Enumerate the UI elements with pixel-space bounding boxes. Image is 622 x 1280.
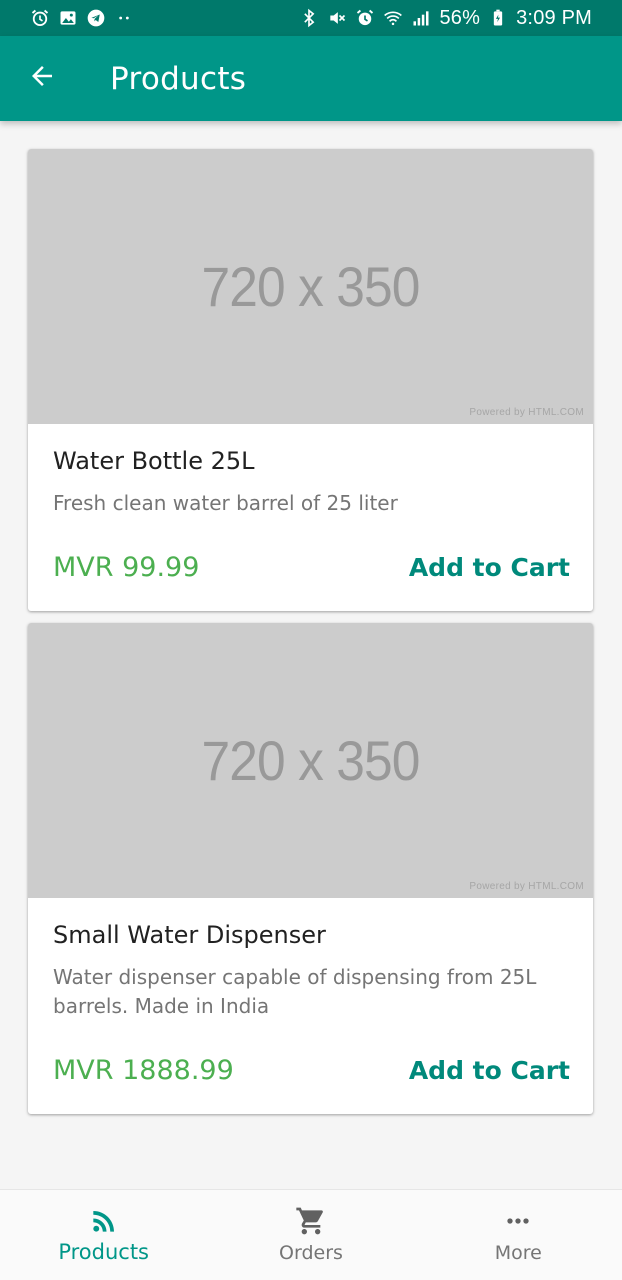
wifi-icon bbox=[383, 8, 403, 28]
nav-label-orders: Orders bbox=[279, 1242, 343, 1264]
app-bar: Products bbox=[0, 36, 622, 121]
image-credit: Powered by HTML.COM bbox=[469, 407, 584, 418]
product-name: Small Water Dispenser bbox=[53, 921, 326, 949]
image-placeholder-text: 720 x 350 bbox=[201, 729, 420, 792]
product-price: MVR 99.99 bbox=[53, 552, 200, 583]
nav-item-products[interactable]: Products bbox=[0, 1190, 207, 1280]
image-credit: Powered by HTML.COM bbox=[469, 881, 584, 892]
more-dots-icon bbox=[114, 8, 134, 28]
battery-percent: 56% bbox=[439, 6, 481, 29]
product-footer: MVR 1888.99 Add to Cart bbox=[53, 1055, 570, 1086]
product-image: 720 x 350 Powered by HTML.COM bbox=[28, 623, 593, 898]
more-horiz-icon bbox=[501, 1204, 535, 1238]
product-price: MVR 1888.99 bbox=[53, 1055, 234, 1086]
battery-icon bbox=[488, 8, 508, 28]
product-details: Water Bottle 25L Fresh clean water barre… bbox=[28, 424, 593, 611]
product-list[interactable]: 720 x 350 Powered by HTML.COM Water Bott… bbox=[0, 121, 622, 1189]
product-card[interactable]: 720 x 350 Powered by HTML.COM Small Wate… bbox=[28, 623, 593, 1114]
status-right-icons: 56% 3:09 PM bbox=[299, 7, 592, 30]
add-to-cart-button[interactable]: Add to Cart bbox=[409, 553, 570, 582]
image-icon bbox=[58, 8, 78, 28]
product-details: Small Water Dispenser Water dispenser ca… bbox=[28, 898, 593, 1114]
arrow-back-icon bbox=[27, 61, 57, 96]
status-left-icons bbox=[30, 8, 134, 28]
mute-icon bbox=[327, 8, 347, 28]
add-to-cart-button[interactable]: Add to Cart bbox=[409, 1056, 570, 1085]
cart-icon bbox=[294, 1204, 328, 1238]
bluetooth-icon bbox=[299, 8, 319, 28]
alarm-icon bbox=[30, 8, 50, 28]
nav-item-orders[interactable]: Orders bbox=[207, 1190, 414, 1280]
product-card[interactable]: 720 x 350 Powered by HTML.COM Water Bott… bbox=[28, 149, 593, 611]
telegram-icon bbox=[86, 8, 106, 28]
rss-feed-icon bbox=[87, 1204, 121, 1238]
product-footer: MVR 99.99 Add to Cart bbox=[53, 552, 570, 583]
product-description: Water dispenser capable of dispensing fr… bbox=[53, 965, 537, 1018]
status-time: 3:09 PM bbox=[516, 6, 592, 29]
alarm-icon bbox=[355, 8, 375, 28]
nav-label-more: More bbox=[494, 1242, 542, 1264]
bottom-navigation: Products Orders More bbox=[0, 1189, 622, 1280]
nav-item-more[interactable]: More bbox=[415, 1190, 622, 1280]
nav-label-products: Products bbox=[58, 1240, 149, 1264]
page-title: Products bbox=[110, 60, 247, 97]
image-placeholder-text: 720 x 350 bbox=[201, 255, 420, 318]
back-button[interactable] bbox=[0, 36, 84, 121]
signal-icon bbox=[411, 8, 431, 28]
product-image: 720 x 350 Powered by HTML.COM bbox=[28, 149, 593, 424]
product-name: Water Bottle 25L bbox=[53, 447, 255, 475]
status-bar: 56% 3:09 PM bbox=[0, 0, 622, 36]
product-description: Fresh clean water barrel of 25 liter bbox=[53, 491, 398, 515]
